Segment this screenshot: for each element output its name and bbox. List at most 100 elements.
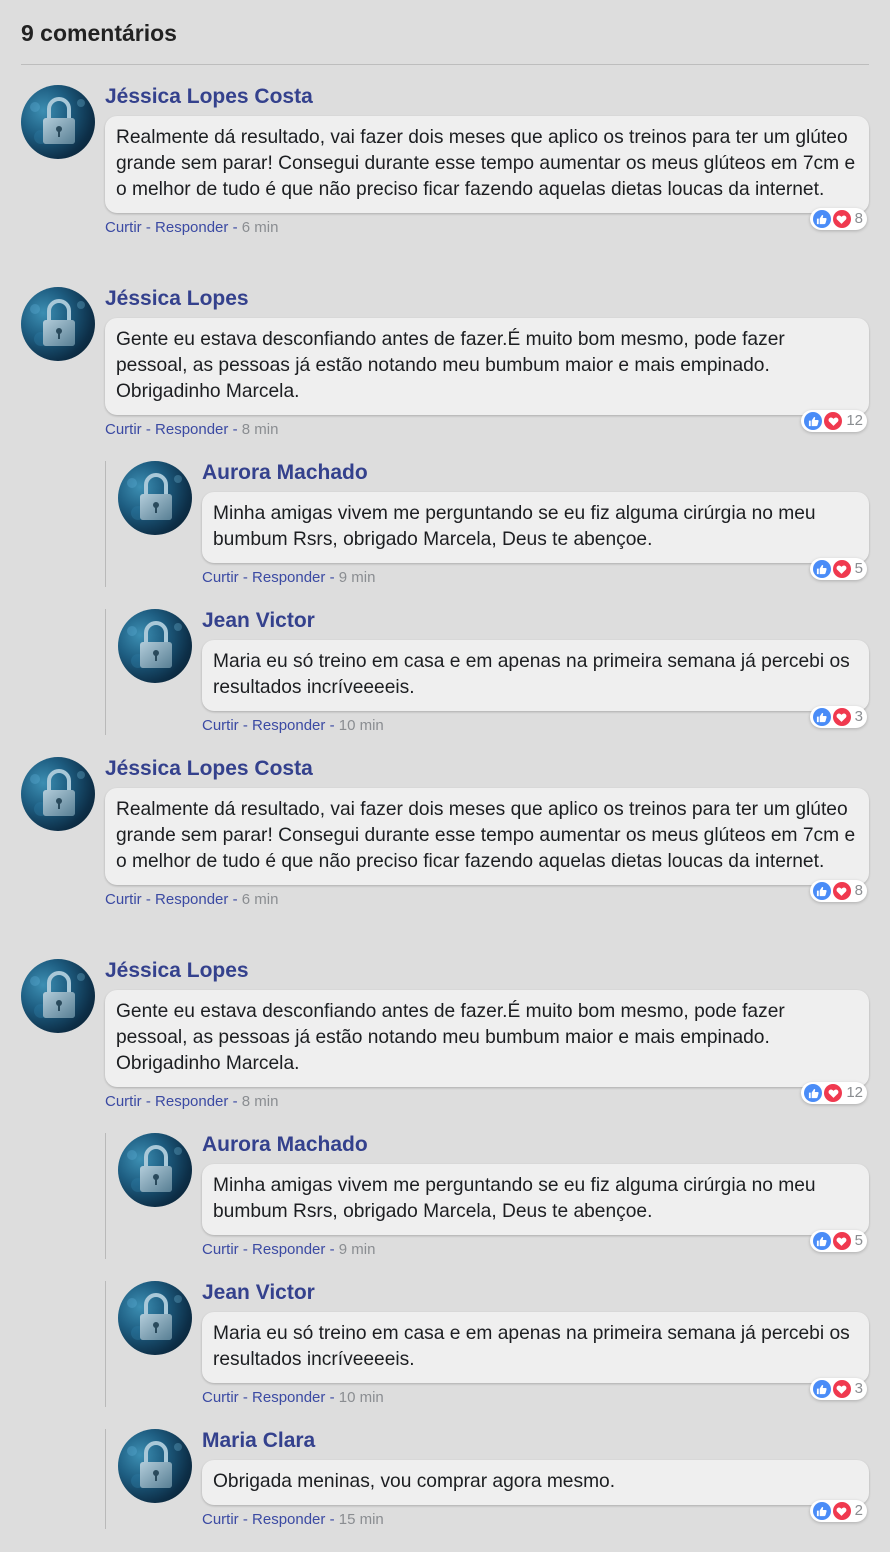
avatar[interactable] [118, 1133, 192, 1207]
heart-glyph [836, 1507, 847, 1516]
reaction-count: 2 [854, 1502, 863, 1519]
reaction-count: 8 [854, 210, 863, 227]
comment-text: Minha amigas vivem me perguntando se eu … [213, 503, 816, 550]
reply-link[interactable]: Responder [252, 569, 325, 586]
commenter-name[interactable]: Aurora Machado [202, 461, 869, 487]
heart-icon [832, 1232, 851, 1250]
thumbs-up-glyph [817, 214, 827, 224]
commenter-name[interactable]: Aurora Machado [202, 1133, 869, 1159]
thumbs-up-glyph [817, 564, 827, 574]
reaction-count: 5 [854, 560, 863, 577]
comment-text: Gente eu estava desconfiando antes de fa… [116, 329, 785, 402]
reactions-badge[interactable]: 5 [809, 1230, 867, 1252]
reactions-badge[interactable]: 3 [809, 1378, 867, 1400]
like-link[interactable]: Curtir [105, 1093, 142, 1110]
thumbs-up-icon [812, 1232, 831, 1250]
reactions-badge[interactable]: 8 [809, 208, 867, 230]
reply-link[interactable]: Responder [155, 219, 228, 236]
avatar[interactable] [21, 287, 95, 361]
avatar[interactable] [118, 461, 192, 535]
heart-icon [832, 708, 851, 726]
heart-icon [824, 412, 843, 430]
heart-icon [824, 1084, 843, 1102]
like-link[interactable]: Curtir [202, 1511, 239, 1528]
thumbs-up-icon [812, 560, 831, 578]
like-link[interactable]: Curtir [105, 219, 142, 236]
like-link[interactable]: Curtir [105, 891, 142, 908]
reactions-badge[interactable]: 5 [809, 558, 867, 580]
reply-link[interactable]: Responder [252, 1241, 325, 1258]
commenter-name[interactable]: Jéssica Lopes [105, 959, 869, 985]
comment-text: Gente eu estava desconfiando antes de fa… [116, 1001, 785, 1074]
reply-link[interactable]: Responder [252, 1389, 325, 1406]
avatar[interactable] [118, 609, 192, 683]
comments-count-title: 9 comentários [21, 20, 177, 46]
heart-glyph [828, 417, 839, 426]
reactions-badge[interactable]: 2 [809, 1500, 867, 1522]
avatar[interactable] [21, 959, 95, 1033]
like-link[interactable]: Curtir [202, 569, 239, 586]
timestamp: 15 min [338, 1511, 384, 1528]
commenter-name[interactable]: Jéssica Lopes Costa [105, 757, 869, 783]
heart-icon [832, 560, 851, 578]
heart-glyph [836, 713, 847, 722]
comment-bubble: Minha amigas vivem me perguntando se eu … [202, 492, 869, 580]
reaction-count: 12 [846, 412, 863, 429]
comment-text: Maria eu só treino em casa e em apenas n… [213, 651, 850, 698]
reactions-badge[interactable]: 12 [801, 410, 867, 432]
reaction-count: 3 [854, 708, 863, 725]
like-link[interactable]: Curtir [105, 421, 142, 438]
commenter-name[interactable]: Jéssica Lopes Costa [105, 85, 869, 111]
reply-link[interactable]: Responder [252, 1511, 325, 1528]
thumbs-up-glyph [808, 1088, 819, 1098]
reactions-badge[interactable]: 12 [801, 1082, 867, 1104]
thumbs-up-icon [812, 708, 831, 726]
heart-glyph [836, 565, 847, 574]
reaction-count: 8 [854, 882, 863, 899]
like-link[interactable]: Curtir [202, 717, 239, 734]
heart-glyph [836, 1237, 847, 1246]
avatar[interactable] [118, 1429, 192, 1503]
reactions-badge[interactable]: 3 [809, 706, 867, 728]
thumbs-up-icon [812, 210, 831, 228]
timestamp: 8 min [241, 1093, 279, 1110]
thumbs-up-icon [812, 1502, 831, 1520]
thumbs-up-glyph [808, 416, 819, 426]
thumbs-up-glyph [817, 1506, 827, 1516]
comment-bubble: Gente eu estava desconfiando antes de fa… [105, 990, 869, 1104]
commenter-name[interactable]: Jéssica Lopes [105, 287, 869, 313]
commenter-name[interactable]: Maria Clara [202, 1429, 869, 1455]
thumbs-up-icon [812, 1380, 831, 1398]
thumbs-up-glyph [817, 712, 827, 722]
reaction-count: 12 [846, 1084, 863, 1101]
reply-comment: Jean Victor Maria eu só treino em casa e… [105, 1281, 869, 1407]
commenter-name[interactable]: Jean Victor [202, 609, 869, 635]
heart-glyph [836, 1385, 847, 1394]
heart-icon [832, 1380, 851, 1398]
like-link[interactable]: Curtir [202, 1241, 239, 1258]
reply-comment: Aurora Machado Minha amigas vivem me per… [105, 461, 869, 587]
comment-bubble: Realmente dá resultado, vai fazer dois m… [105, 788, 869, 902]
reply-link[interactable]: Responder [155, 421, 228, 438]
heart-glyph [836, 887, 847, 896]
avatar[interactable] [21, 85, 95, 159]
reply-link[interactable]: Responder [155, 1093, 228, 1110]
reply-comment: Aurora Machado Minha amigas vivem me per… [105, 1133, 869, 1259]
reply-link[interactable]: Responder [155, 891, 228, 908]
heart-icon [832, 1502, 851, 1520]
comment-bubble: Maria eu só treino em casa e em apenas n… [202, 640, 869, 728]
comment-bubble: Realmente dá resultado, vai fazer dois m… [105, 116, 869, 230]
timestamp: 6 min [241, 219, 279, 236]
comment-text: Realmente dá resultado, vai fazer dois m… [116, 799, 856, 872]
thumbs-up-glyph [817, 886, 827, 896]
comment-text: Minha amigas vivem me perguntando se eu … [213, 1175, 816, 1222]
heart-glyph [828, 1089, 839, 1098]
commenter-name[interactable]: Jean Victor [202, 1281, 869, 1307]
comment-bubble: Gente eu estava desconfiando antes de fa… [105, 318, 869, 432]
reply-link[interactable]: Responder [252, 717, 325, 734]
like-link[interactable]: Curtir [202, 1389, 239, 1406]
avatar[interactable] [118, 1281, 192, 1355]
thumbs-up-icon [812, 882, 831, 900]
reactions-badge[interactable]: 8 [809, 880, 867, 902]
avatar[interactable] [21, 757, 95, 831]
